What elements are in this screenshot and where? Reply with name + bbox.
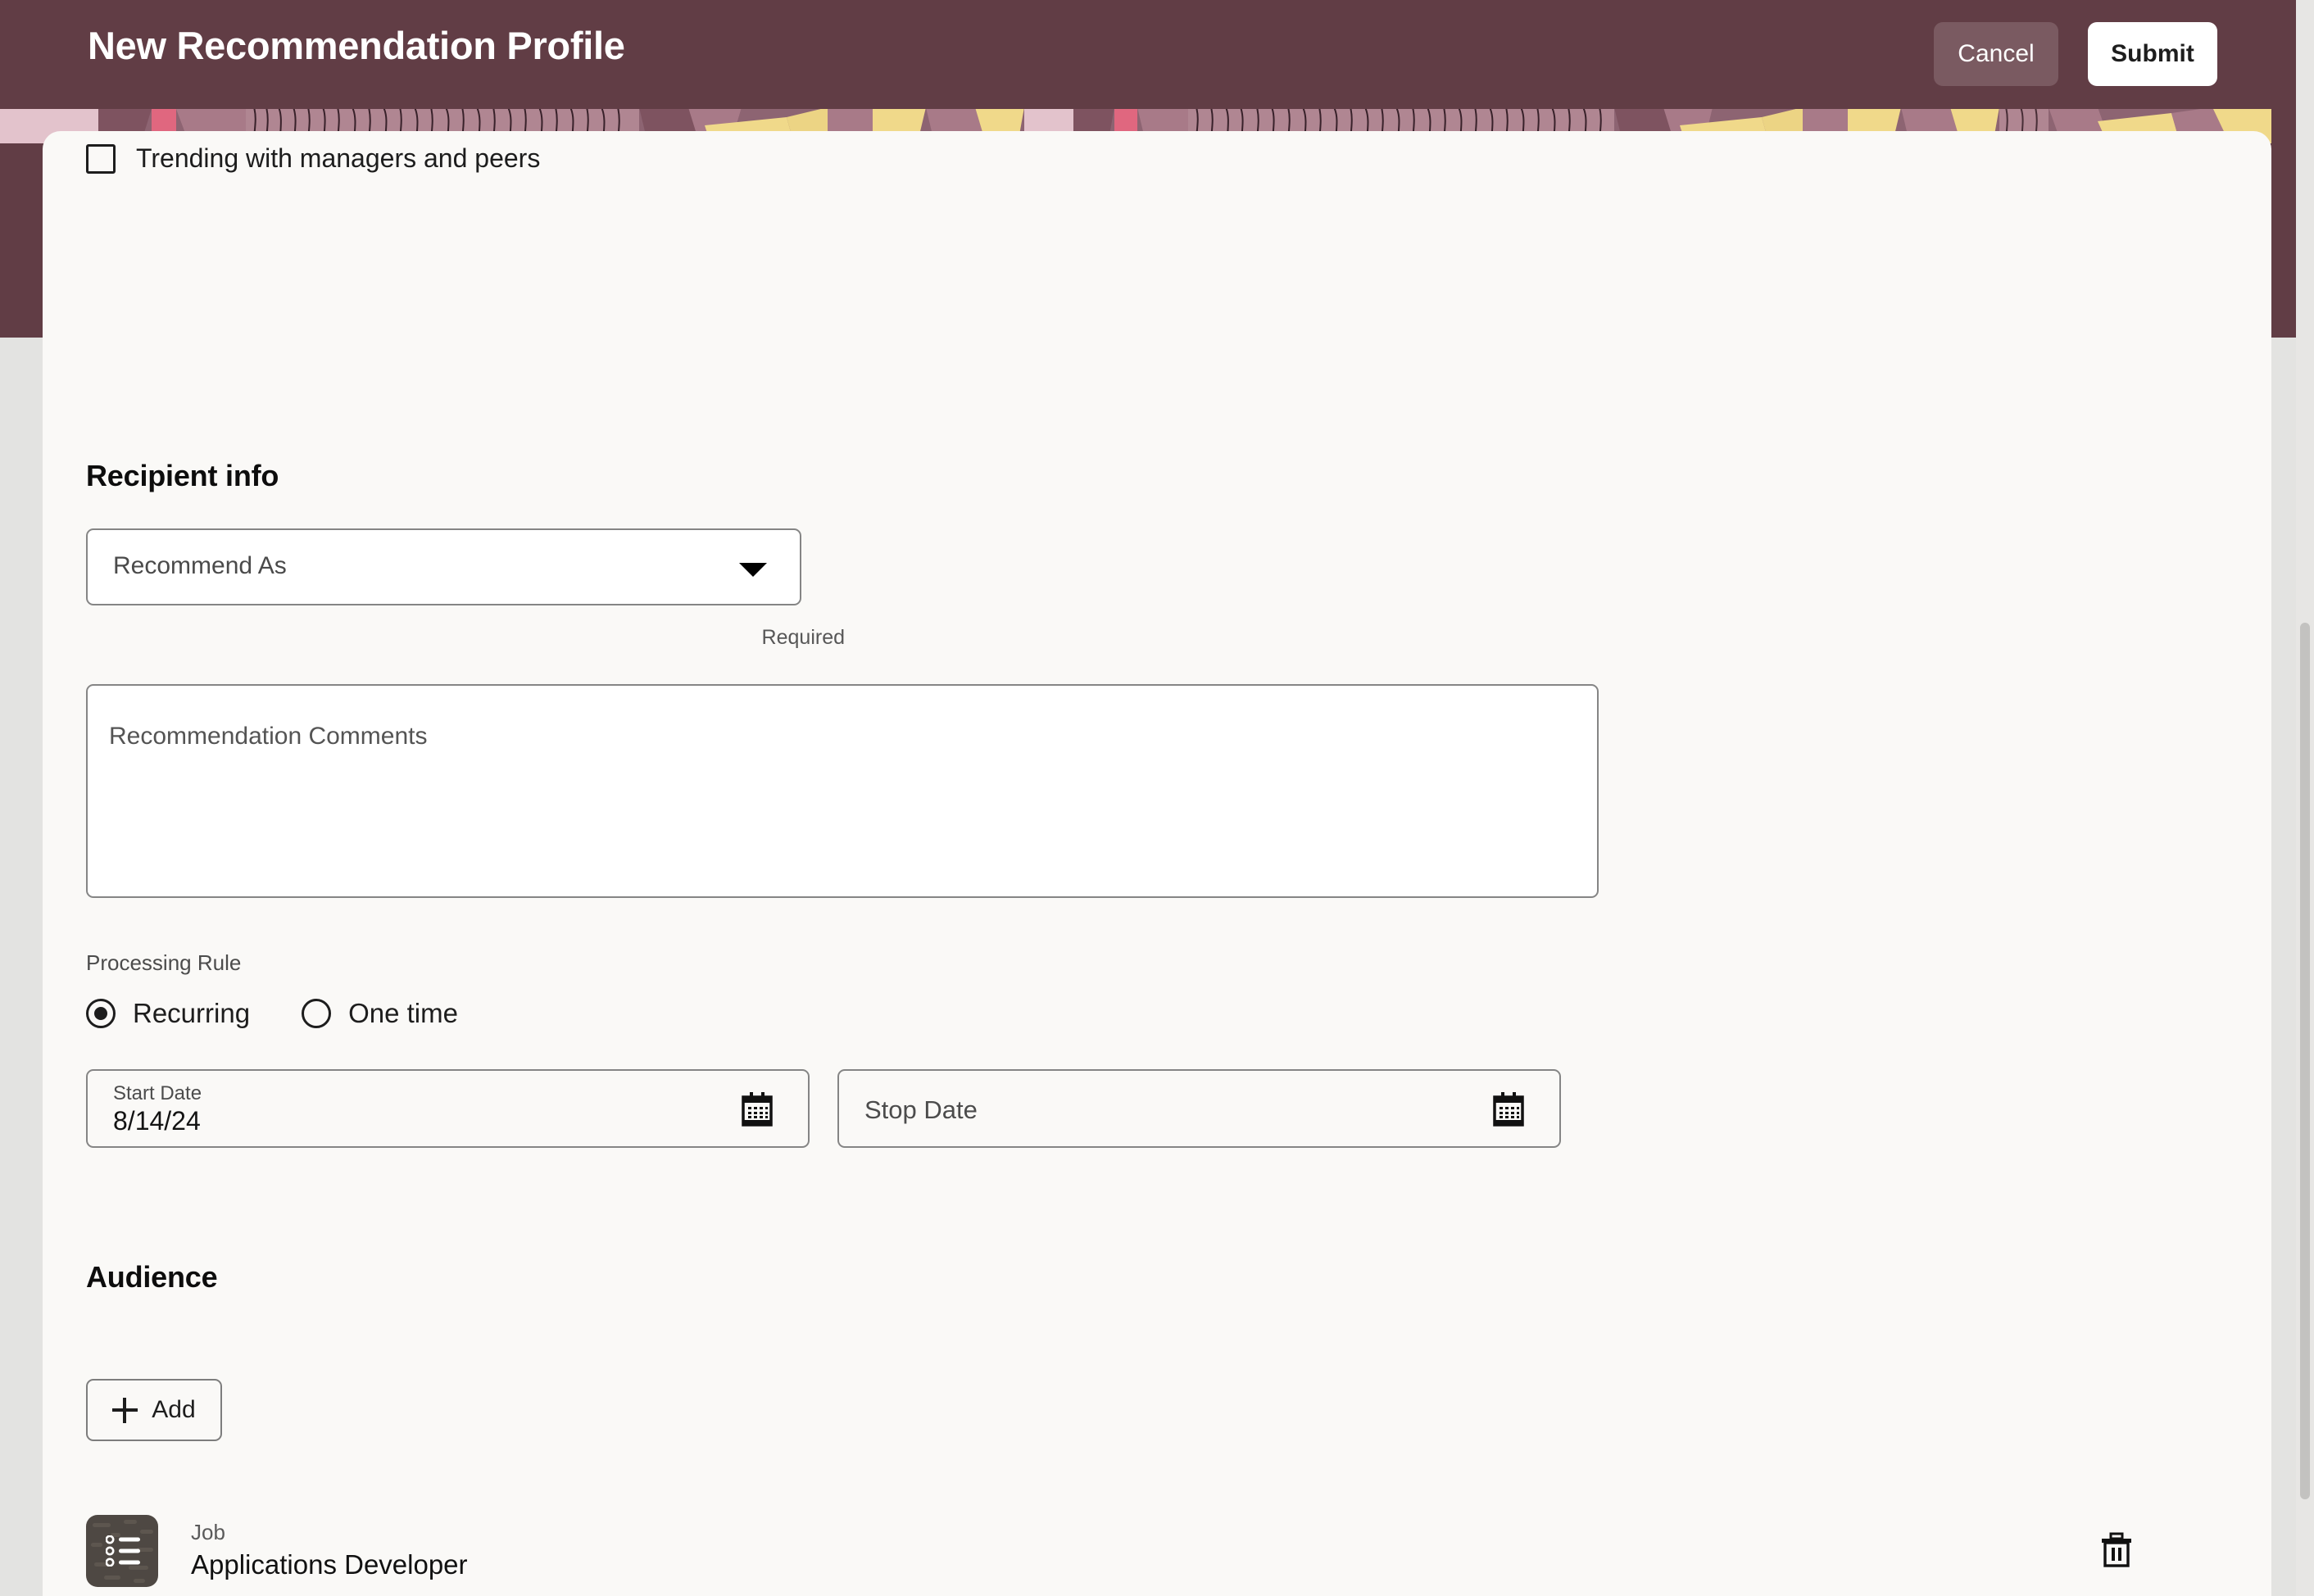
radio-one-time-indicator[interactable] (302, 999, 332, 1028)
processing-rule-radio-group: Recurring One time (86, 998, 458, 1029)
calendar-icon[interactable] (1492, 1091, 1525, 1127)
radio-recurring-label: Recurring (133, 998, 251, 1028)
audience-row-kicker: Job (191, 1520, 225, 1545)
radio-recurring-indicator[interactable] (86, 999, 116, 1028)
calendar-icon[interactable] (741, 1091, 774, 1127)
audience-list: Job Applications Developer (86, 1491, 2228, 1596)
page-title: New Recommendation Profile (88, 24, 625, 67)
add-audience-button[interactable]: Add (86, 1379, 222, 1441)
trending-checkbox[interactable] (86, 143, 116, 174)
recommendation-comments-placeholder: Recommendation Comments (109, 723, 428, 750)
stop-date-placeholder: Stop Date (864, 1095, 978, 1124)
table-row[interactable]: Job Applications Developer (86, 1491, 2228, 1596)
job-icon (86, 1515, 158, 1587)
application-window: New Recommendation Profile Cancel Submit… (0, 0, 2314, 1596)
audience-heading: Audience (86, 1260, 218, 1294)
window-scrollbar-thumb[interactable] (2300, 623, 2310, 1499)
delete-icon[interactable] (2100, 1532, 2133, 1568)
app-header-bar: New Recommendation Profile Cancel Submit (0, 0, 2314, 109)
start-date-field[interactable]: Start Date 8/14/24 (86, 1069, 810, 1148)
recommend-as-helper-text: Required (761, 626, 845, 649)
audience-row-title: Applications Developer (191, 1548, 468, 1580)
recipient-info-heading: Recipient info (86, 459, 279, 492)
start-date-value: 8/14/24 (113, 1106, 201, 1136)
stop-date-field[interactable]: Stop Date (837, 1069, 1561, 1148)
recommend-as-placeholder: Recommend As (113, 552, 287, 579)
trending-checkbox-row[interactable]: Trending with managers and peers (86, 143, 540, 174)
radio-option-recurring[interactable]: Recurring (86, 998, 250, 1029)
list-glyph-icon (105, 1535, 142, 1567)
chevron-down-icon (739, 563, 767, 577)
recommendation-comments-textarea[interactable]: Recommendation Comments (86, 684, 1599, 898)
submit-button[interactable]: Submit (2088, 22, 2217, 86)
form-content-card: Trending with managers and peers Recipie… (43, 131, 2271, 1596)
header-actions: Cancel Submit (1934, 22, 2217, 86)
radio-one-time-label: One time (348, 998, 458, 1028)
processing-rule-label: Processing Rule (86, 950, 242, 975)
cancel-button[interactable]: Cancel (1934, 22, 2058, 86)
radio-option-one-time[interactable]: One time (302, 998, 458, 1029)
start-date-label: Start Date (113, 1082, 202, 1104)
window-scrollbar[interactable] (2296, 0, 2314, 1596)
plus-icon (112, 1397, 138, 1423)
trending-checkbox-label: Trending with managers and peers (136, 143, 541, 173)
audience-row-text: Job Applications Developer (191, 1519, 468, 1582)
add-button-label: Add (152, 1396, 196, 1423)
recommend-as-select[interactable]: Recommend As (86, 528, 801, 605)
